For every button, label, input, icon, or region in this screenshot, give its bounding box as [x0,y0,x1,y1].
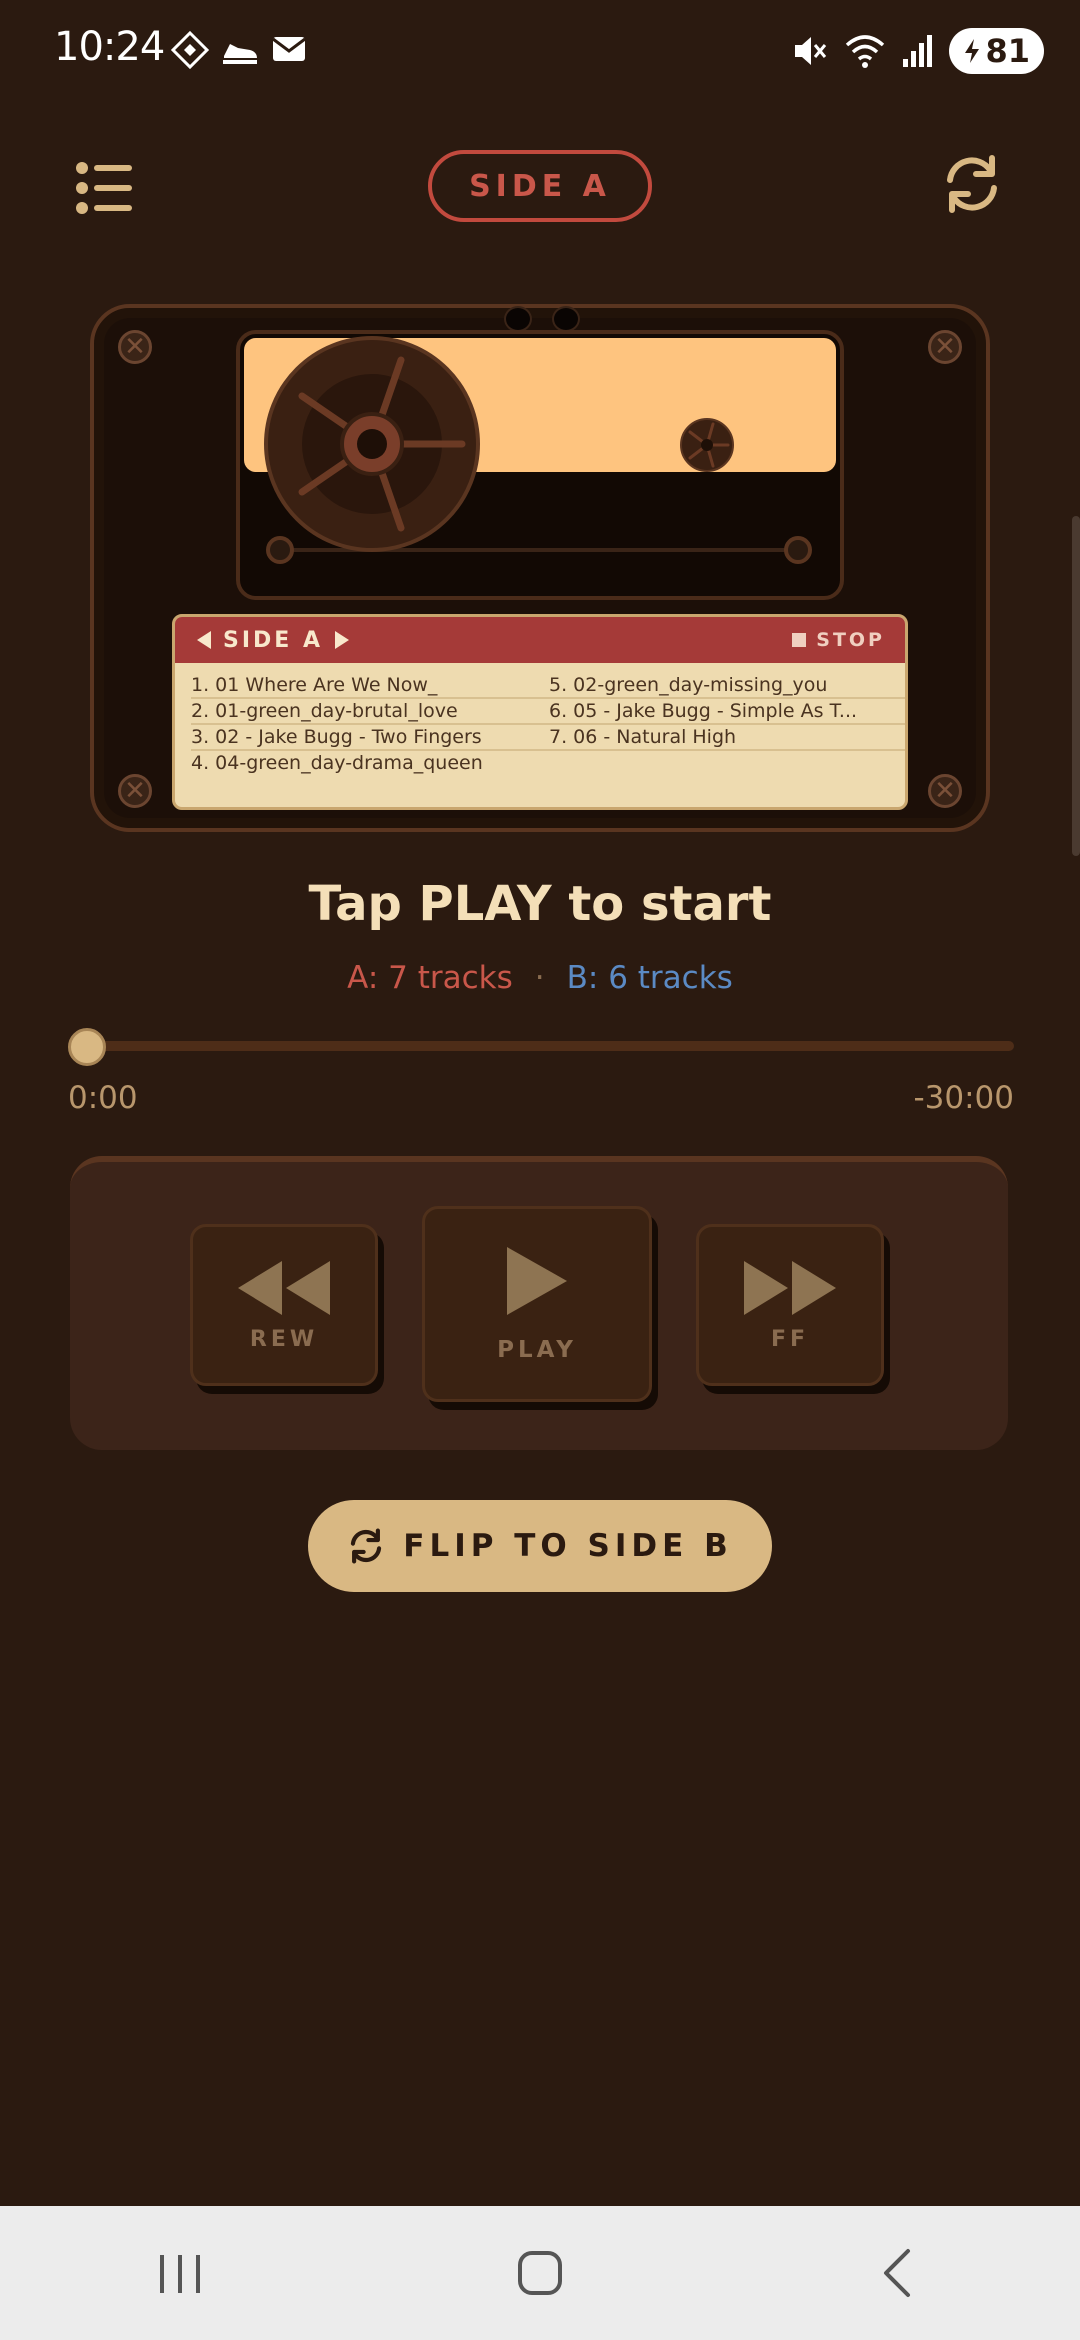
screw-icon: ✕ [118,774,152,808]
triangle-left-icon[interactable] [195,630,213,650]
label-side-text: SIDE A [223,627,324,653]
screw-icon: ✕ [928,330,962,364]
player-status-title: Tap PLAY to start [308,876,772,932]
track-list: 1. 01 Where Are We Now_ 5. 02-green_day-… [175,663,905,785]
stop-button[interactable]: STOP [792,629,885,651]
email-icon [272,37,306,61]
track-item[interactable]: 2. 01-green_day-brutal_love [191,699,549,725]
track-counts: A: 7 tracks · B: 6 tracks [0,960,1080,996]
fast-forward-button[interactable]: FF [696,1224,884,1386]
tape-roller-right [784,536,812,564]
shoe-icon [223,44,257,64]
fast-forward-label: FF [770,1326,810,1352]
label-header: SIDE A STOP [175,617,905,663]
track-item[interactable]: 4. 04-green_day-drama_queen [191,751,549,775]
home-icon[interactable] [510,2243,570,2303]
system-nav-bar [0,2206,1080,2340]
flip-icon [351,1528,382,1564]
battery-level: 81 [985,32,1030,70]
stop-label: STOP [816,629,885,651]
app-notification-icon [170,30,210,70]
seek-thumb[interactable] [68,1028,106,1066]
system-icons: 81 [789,28,1044,74]
playlist-menu-button[interactable] [74,160,134,216]
rewind-button[interactable]: REW [190,1224,378,1386]
triangle-right-icon[interactable] [333,630,351,650]
status-time: 10:24 [54,24,165,70]
scrollbar[interactable] [1072,516,1080,856]
track-item[interactable]: 1. 01 Where Are We Now_ [191,673,549,699]
recent-apps-icon[interactable] [150,2243,210,2303]
flip-side-button[interactable]: FLIP TO SIDE B [308,1500,772,1592]
mute-icon [795,37,827,65]
side-b-count: B: 6 tracks [566,960,733,996]
track-item[interactable]: 6. 05 - Jake Bugg - Simple As T... [549,699,905,725]
list-icon [76,162,132,214]
time-elapsed: 0:00 [68,1080,138,1116]
screw-icon: ✕ [118,330,152,364]
stop-icon [792,633,807,647]
seek-bar[interactable] [70,1041,1014,1051]
notification-icons [170,30,308,70]
track-item[interactable]: 3. 02 - Jake Bugg - Two Fingers [191,725,549,751]
side-a-count: A: 7 tracks [347,960,513,996]
play-label: PLAY [497,1337,577,1363]
flip-label: FLIP TO SIDE B [403,1528,733,1564]
battery-indicator: 81 [949,28,1044,74]
track-item-empty [549,751,905,775]
label-side-switcher[interactable]: SIDE A [195,628,351,653]
refresh-button[interactable] [940,152,1004,216]
back-icon[interactable] [870,2243,930,2303]
rewind-icon [238,1260,330,1315]
track-item[interactable]: 5. 02-green_day-missing_you [549,673,905,699]
charging-icon [965,39,980,63]
count-separator: · [534,960,545,996]
time-remaining: -30:00 [913,1080,1014,1116]
cassette-label: SIDE A STOP 1. 01 Where Are We Now_ 5. 0… [172,614,908,810]
play-icon [507,1247,567,1315]
side-indicator-button[interactable]: SIDE A [428,150,652,222]
right-reel-icon [680,418,734,472]
fast-forward-icon [744,1260,836,1315]
screw-icon: ✕ [928,774,962,808]
left-reel-icon [264,336,480,552]
cassette-hole-right [552,306,580,332]
refresh-icon [947,155,997,213]
signal-icon [903,35,933,67]
track-item[interactable]: 7. 06 - Natural High [549,725,905,751]
wifi-icon [846,35,885,68]
play-button[interactable]: PLAY [422,1206,652,1402]
rewind-label: REW [249,1326,319,1352]
cassette-hole-left [504,306,532,332]
